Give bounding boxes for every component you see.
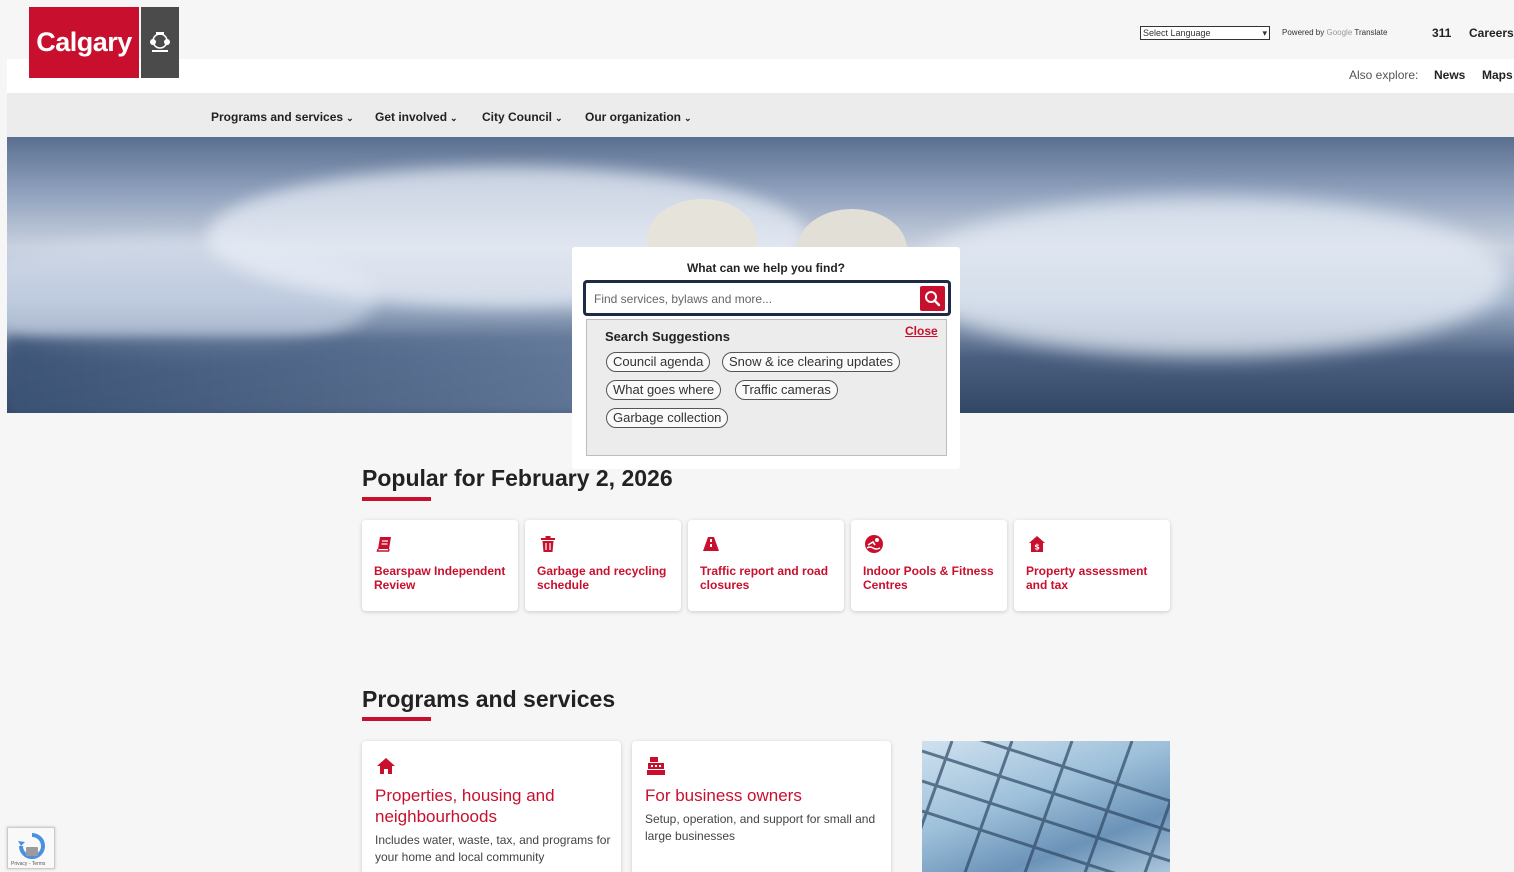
- recaptcha-badge[interactable]: Privacy - Terms: [7, 827, 55, 869]
- search-panel: What can we help you find? Search Sugges…: [572, 247, 960, 469]
- link-311[interactable]: 311: [1432, 26, 1451, 40]
- program-title: Properties, housing and neighbourhoods: [375, 786, 555, 826]
- card-label: Indoor Pools & Fitness Centres: [863, 564, 994, 592]
- suggestion-chip[interactable]: Garbage collection: [606, 408, 729, 428]
- card-label: Bearspaw Independent Review: [374, 564, 506, 592]
- svg-text:$: $: [1034, 543, 1040, 552]
- chevron-down-icon: ⌄: [450, 113, 458, 123]
- link-maps[interactable]: Maps: [1482, 68, 1513, 82]
- card-label: Property assessment and tax: [1026, 564, 1148, 592]
- suggestion-chip[interactable]: Snow & ice clearing updates: [722, 352, 901, 372]
- nav-label: Programs and services: [211, 110, 344, 124]
- swimmer-icon: [865, 535, 883, 553]
- nav-get-involved[interactable]: Get involved ⌄: [375, 110, 458, 124]
- chevron-down-icon: ⌄: [346, 113, 354, 123]
- section-underline: [362, 717, 431, 721]
- google-text: Google: [1326, 28, 1353, 37]
- search-icon: [925, 291, 941, 307]
- close-suggestions-link[interactable]: Close: [905, 324, 938, 338]
- link-news[interactable]: News: [1434, 68, 1465, 82]
- also-explore-label: Also explore:: [1349, 68, 1419, 82]
- language-select-value: Select Language: [1143, 28, 1211, 38]
- popular-card[interactable]: $ Property assessment and tax: [1014, 520, 1170, 611]
- suggestions-title: Search Suggestions: [605, 329, 730, 344]
- recaptcha-terms: Privacy - Terms: [11, 861, 46, 867]
- nav-label: Our organization: [585, 110, 681, 124]
- chevron-down-icon: ⌄: [684, 113, 692, 123]
- nav-city-council[interactable]: City Council ⌄: [482, 110, 563, 124]
- program-description: Setup, operation, and support for small …: [645, 812, 876, 843]
- trash-icon: [541, 536, 555, 552]
- program-description: Includes water, waste, tax, and programs…: [375, 833, 611, 864]
- section-underline: [362, 497, 431, 501]
- cash-register-icon: [647, 757, 665, 775]
- house-dollar-icon: $: [1029, 536, 1045, 552]
- suggestion-chip[interactable]: What goes where: [606, 380, 722, 400]
- road-icon: [703, 537, 719, 551]
- program-title: For business owners: [645, 786, 802, 805]
- search-heading: What can we help you find?: [686, 261, 845, 275]
- translate-text: Translate: [1354, 28, 1388, 37]
- calgary-logo[interactable]: Calgary: [29, 7, 179, 78]
- program-card[interactable]: For business owners Setup, operation, an…: [632, 741, 891, 872]
- search-input[interactable]: [594, 289, 914, 309]
- suggestion-chip[interactable]: Traffic cameras: [735, 380, 838, 400]
- popular-card[interactable]: Bearspaw Independent Review: [362, 520, 518, 611]
- programs-section-title: Programs and services: [362, 686, 616, 712]
- popular-card[interactable]: Traffic report and road closures: [688, 520, 844, 611]
- logo-wordmark: Calgary: [29, 7, 139, 78]
- search-suggestions: Search Suggestions Close Council agenda …: [586, 319, 947, 456]
- popular-card[interactable]: Garbage and recycling schedule: [525, 520, 681, 611]
- powered-by-text: Powered by: [1282, 28, 1325, 37]
- chevron-down-icon: ▾: [1262, 27, 1267, 38]
- search-field: [583, 280, 951, 316]
- suggestion-chip[interactable]: Council agenda: [606, 352, 711, 372]
- home-icon: [377, 758, 395, 774]
- google-translate-credit: Powered by Google Translate: [1282, 28, 1387, 37]
- popular-section-title: Popular for February 2, 2026: [362, 465, 673, 491]
- nav-our-organization[interactable]: Our organization ⌄: [585, 110, 692, 124]
- link-careers[interactable]: Careers: [1469, 26, 1514, 40]
- nav-label: Get involved: [375, 110, 448, 124]
- language-select[interactable]: Select Language ▾: [1140, 26, 1270, 40]
- crest-icon: [141, 7, 179, 78]
- nav-label: City Council: [482, 110, 553, 124]
- glass-building-image: [922, 741, 1170, 872]
- program-card[interactable]: Properties, housing and neighbourhoods I…: [362, 741, 621, 872]
- popular-card[interactable]: Indoor Pools & Fitness Centres: [851, 520, 1007, 611]
- book-icon: [376, 537, 391, 552]
- card-label: Garbage and recycling schedule: [537, 564, 667, 592]
- card-label: Traffic report and road closures: [700, 564, 829, 592]
- search-button[interactable]: [920, 286, 945, 311]
- recaptcha-icon: [18, 833, 45, 859]
- chevron-down-icon: ⌄: [555, 113, 563, 123]
- nav-programs-and-services[interactable]: Programs and services ⌄: [211, 110, 354, 124]
- secondary-bar: [7, 59, 1514, 93]
